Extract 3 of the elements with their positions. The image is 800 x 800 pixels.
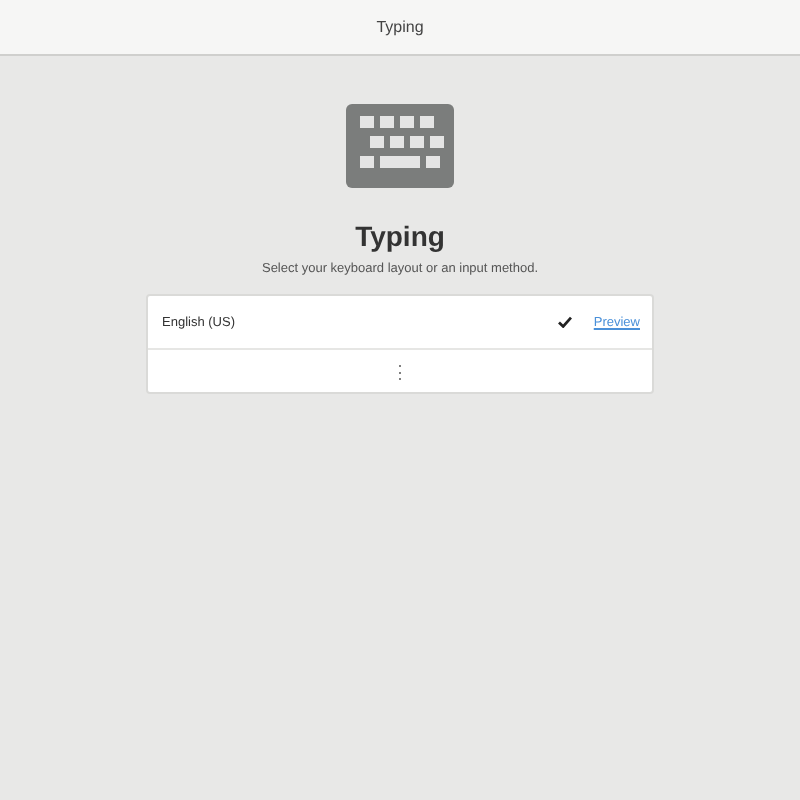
more-button[interactable]: ⋮ xyxy=(385,361,415,381)
window-title: Typing xyxy=(376,18,424,36)
page-heading: Typing xyxy=(355,220,445,252)
